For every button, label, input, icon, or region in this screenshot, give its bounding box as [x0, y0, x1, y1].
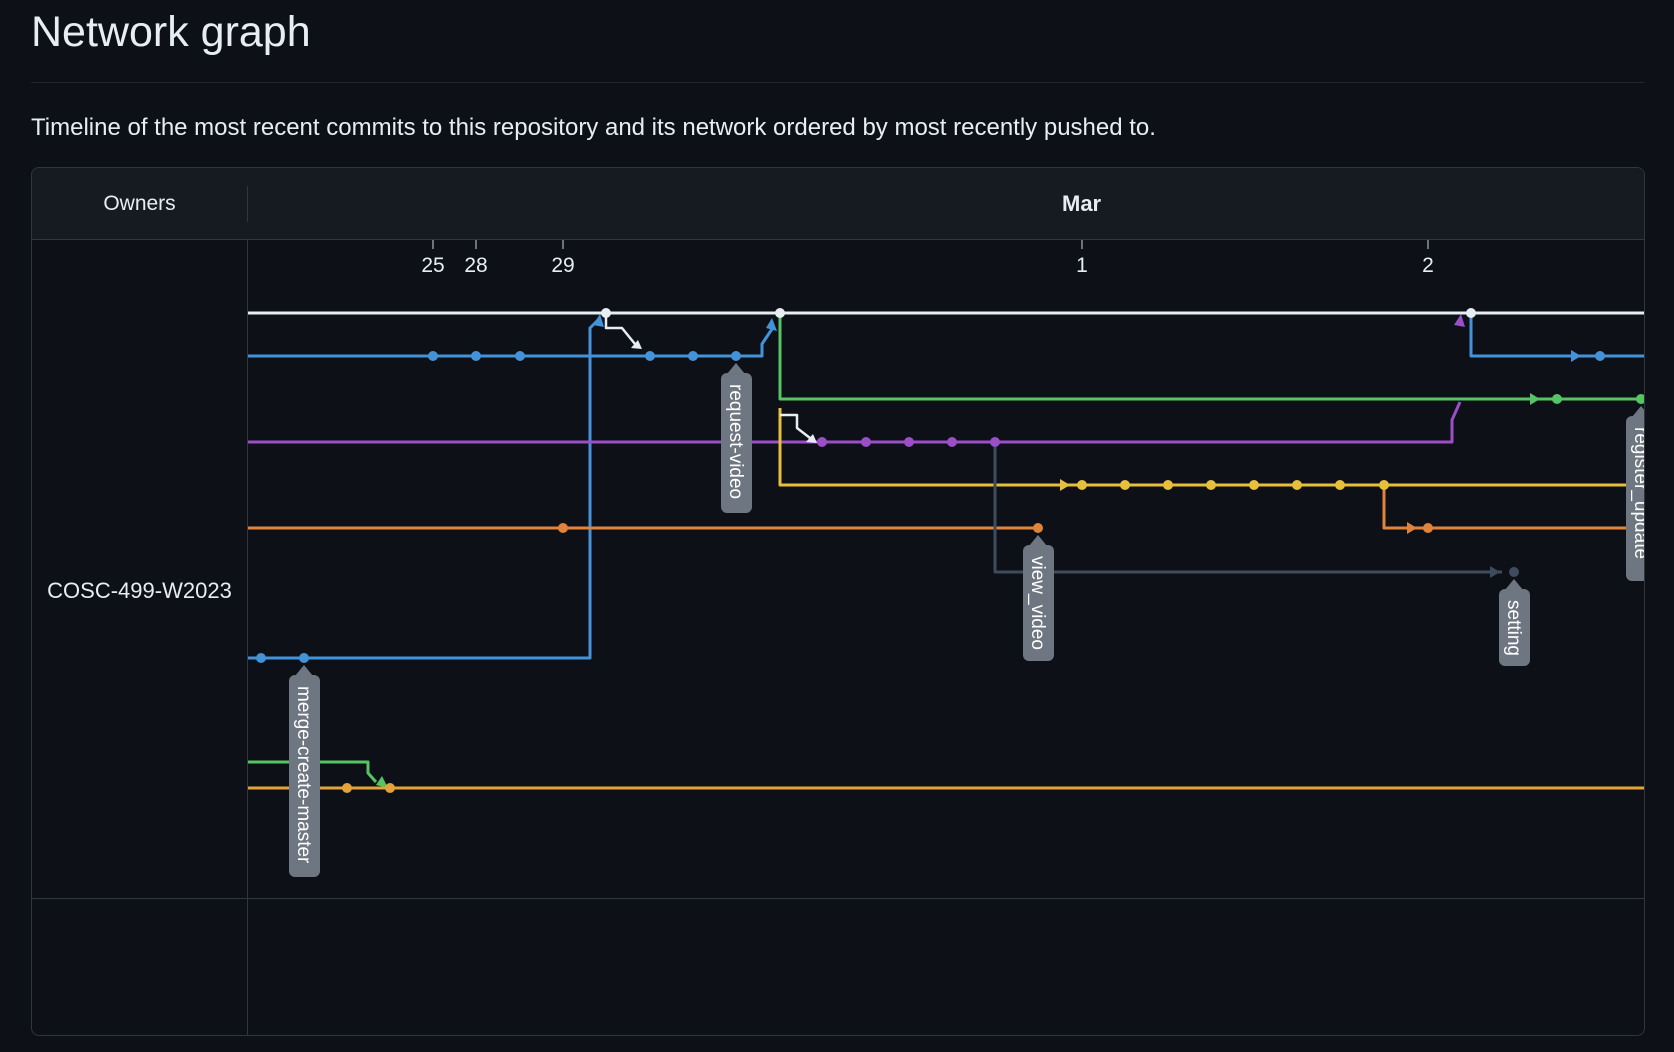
- arrow-head: [1407, 522, 1417, 534]
- branch-label-view-video[interactable]: view_video: [1023, 535, 1054, 661]
- commit-dot: [1206, 480, 1216, 490]
- commit-dot: [601, 308, 611, 318]
- branch-line-dark: [993, 443, 1502, 574]
- branch-label-text: merge-create-master: [293, 686, 314, 864]
- commit-dot: [1423, 523, 1433, 533]
- arrow-head: [1571, 350, 1581, 362]
- branch-label-text: view_video: [1027, 556, 1048, 650]
- commit-dot: [385, 783, 395, 793]
- arrow-head: [1060, 479, 1070, 491]
- branch-label-merge-create-master[interactable]: merge-create-master: [289, 665, 320, 877]
- branch-line-blue: [1469, 314, 1644, 358]
- commit-dot: [1033, 523, 1043, 533]
- day-tick-label: 29: [551, 254, 574, 277]
- branch-lines: [248, 311, 1644, 790]
- network-graph-panel: Owners Mar COSC-499-W2023 25 28 29 1 2 m…: [31, 167, 1645, 1036]
- branch-label-text: request-video: [725, 384, 746, 499]
- commit-dot: [1077, 480, 1087, 490]
- day-tick-label: 25: [421, 254, 444, 277]
- commit-dot: [817, 437, 827, 447]
- commit-dot: [299, 653, 309, 663]
- commit-dot: [775, 308, 785, 318]
- commit-dot: [428, 351, 438, 361]
- commit-dot: [1636, 394, 1644, 404]
- commit-dot: [1595, 351, 1605, 361]
- title-divider: [31, 82, 1644, 83]
- commit-dot: [1379, 480, 1389, 490]
- day-tick-label: 2: [1422, 254, 1434, 277]
- branch-line-blue: [248, 316, 602, 660]
- branch-line-purple: [248, 401, 1462, 444]
- commit-graph-canvas[interactable]: 25 28 29 1 2 merge-create-master request…: [32, 168, 1644, 1035]
- commit-dot: [471, 351, 481, 361]
- branch-label-text: register_update: [1630, 427, 1644, 559]
- commit-dot: [904, 437, 914, 447]
- page-description: Timeline of the most recent commits to t…: [31, 114, 1156, 141]
- branch-label-request-video[interactable]: request-video: [721, 363, 752, 513]
- page-title: Network graph: [31, 8, 311, 56]
- commit-dot: [1466, 308, 1476, 318]
- commit-dot: [1249, 480, 1259, 490]
- commit-dot: [947, 437, 957, 447]
- arrow-head: [1490, 566, 1500, 578]
- arrow-heads: [376, 314, 1581, 788]
- commit-dot: [256, 653, 266, 663]
- branch-line-orange: [1382, 486, 1644, 530]
- commit-dot: [731, 351, 741, 361]
- commit-dot: [990, 437, 1000, 447]
- commit-dot: [515, 351, 525, 361]
- merge-connector: [780, 413, 811, 439]
- day-ticks: 25 28 29 1 2: [421, 240, 1434, 277]
- branch-label-setting[interactable]: setting: [1499, 579, 1530, 666]
- commit-dot: [688, 351, 698, 361]
- arrow-head: [1530, 393, 1540, 405]
- commit-dot: [1552, 394, 1562, 404]
- commit-dot: [342, 783, 352, 793]
- commit-dot: [861, 437, 871, 447]
- day-tick-label: 1: [1076, 254, 1088, 277]
- day-tick-label: 28: [464, 254, 487, 277]
- branch-label-register-update[interactable]: register_update: [1626, 406, 1644, 581]
- arrow-head: [1454, 314, 1465, 327]
- branch-label-text: setting: [1503, 600, 1524, 656]
- commit-dot: [1292, 480, 1302, 490]
- commit-dot: [558, 523, 568, 533]
- commit-dot: [1509, 567, 1519, 577]
- arrow-head: [766, 318, 777, 331]
- commit-dot: [1120, 480, 1130, 490]
- commit-dot: [1163, 480, 1173, 490]
- commit-dots[interactable]: [256, 308, 1644, 793]
- commit-dot: [1335, 480, 1345, 490]
- commit-dot: [645, 351, 655, 361]
- merge-connector: [604, 314, 636, 345]
